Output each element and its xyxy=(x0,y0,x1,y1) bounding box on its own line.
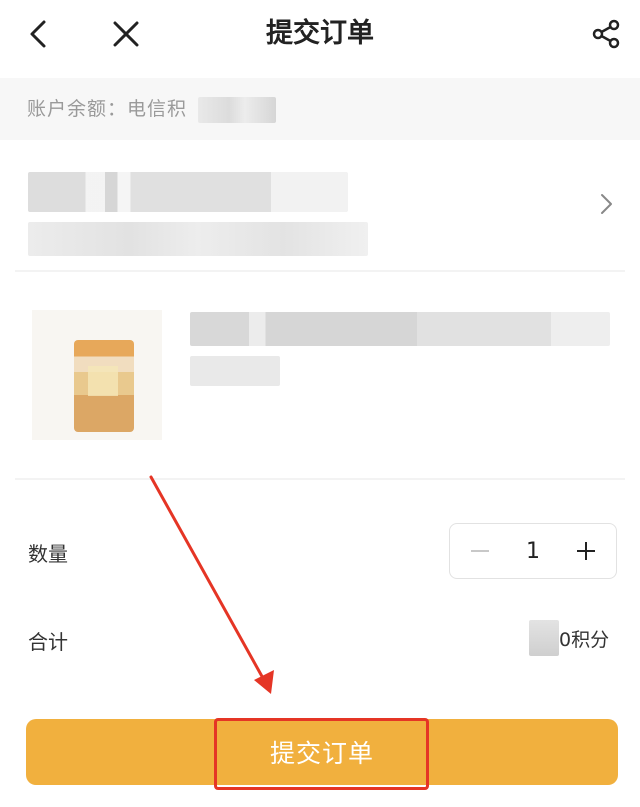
quantity-label: 数量 xyxy=(28,542,68,566)
redacted-total xyxy=(529,620,559,656)
balance-bar: 账户余额：电信积 xyxy=(0,78,640,140)
redacted-address-detail xyxy=(28,222,368,256)
redacted-product-name xyxy=(190,312,610,346)
balance-label: 账户余额：电信积 xyxy=(27,98,188,120)
redacted-address-name xyxy=(28,172,348,212)
total-value: 0积分 xyxy=(559,628,610,651)
top-bar: 提交订单 xyxy=(0,0,640,72)
share-button[interactable] xyxy=(586,14,626,54)
balance-text: 账户余额：电信积 xyxy=(27,94,277,123)
share-icon xyxy=(592,19,620,49)
redacted-balance xyxy=(198,96,277,123)
divider xyxy=(15,478,625,480)
decrease-button[interactable] xyxy=(466,537,494,565)
divider xyxy=(15,270,625,272)
page-title: 提交订单 xyxy=(266,18,374,49)
address-card[interactable] xyxy=(0,150,640,268)
total-label: 合计 xyxy=(28,630,68,654)
quantity-stepper[interactable]: 1 xyxy=(449,523,617,579)
product-thumbnail xyxy=(32,310,162,440)
product-item xyxy=(0,282,640,457)
minus-icon xyxy=(471,550,489,552)
chevron-right-icon xyxy=(601,194,612,214)
total-amount: 0积分 xyxy=(529,620,609,656)
redacted-product-spec xyxy=(190,356,280,386)
annotation-highlight-box xyxy=(214,718,429,790)
quantity-value: 1 xyxy=(526,538,540,564)
increase-button[interactable] xyxy=(572,537,600,565)
plus-icon xyxy=(577,542,595,560)
